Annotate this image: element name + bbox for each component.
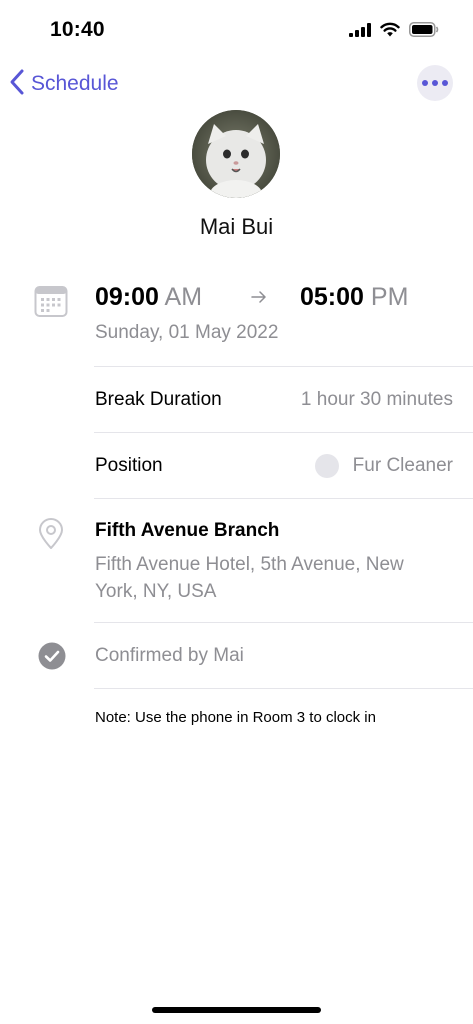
more-options-button[interactable] (417, 65, 453, 101)
position-color-dot (315, 454, 339, 478)
end-time-period: PM (370, 283, 409, 311)
shift-date: Sunday, 01 May 2022 (95, 322, 279, 343)
chevron-left-icon (9, 68, 25, 101)
position-value: Fur Cleaner (352, 455, 453, 476)
divider (94, 432, 473, 433)
calendar-icon (34, 284, 68, 323)
avatar (192, 110, 280, 198)
break-duration-value: 1 hour 30 minutes (300, 389, 453, 410)
checkmark-circle-icon (38, 642, 66, 675)
shift-end-time: 05:00 PM (300, 283, 408, 312)
employee-name: Mai Bui (199, 214, 274, 239)
shift-start-time: 09:00 AM (95, 283, 202, 312)
cellular-signal-icon (349, 22, 371, 42)
shift-note: Note: Use the phone in Room 3 to clock i… (95, 709, 376, 726)
back-button-label: Schedule (31, 72, 119, 95)
divider (94, 622, 473, 623)
back-button[interactable]: Schedule (9, 68, 119, 100)
location-pin-icon (38, 518, 64, 555)
confirmation-status: Confirmed by Mai (95, 645, 244, 666)
position-label: Position (95, 455, 163, 476)
battery-icon (409, 22, 439, 42)
wifi-icon (380, 22, 400, 42)
shift-detail-screen: 10:40 Schedule Mai Bui 09:00 AM 05:00 PM… (0, 0, 473, 1024)
ellipsis-dot (442, 80, 448, 86)
start-time-value: 09:00 (95, 283, 159, 311)
status-bar: 10:40 (0, 0, 473, 64)
arrow-right-icon (250, 288, 268, 311)
divider (94, 366, 473, 367)
break-duration-label: Break Duration (95, 389, 222, 410)
ellipsis-dot (432, 80, 438, 86)
status-icons (349, 22, 439, 42)
branch-address: Fifth Avenue Hotel, 5th Avenue, New York… (95, 554, 404, 602)
end-time-value: 05:00 (300, 283, 364, 311)
home-indicator[interactable] (152, 1007, 321, 1013)
status-time: 10:40 (50, 18, 105, 41)
branch-name: Fifth Avenue Branch (95, 520, 280, 541)
start-time-period: AM (164, 283, 203, 311)
divider (94, 498, 473, 499)
ellipsis-icon (422, 80, 428, 86)
divider (94, 688, 473, 689)
